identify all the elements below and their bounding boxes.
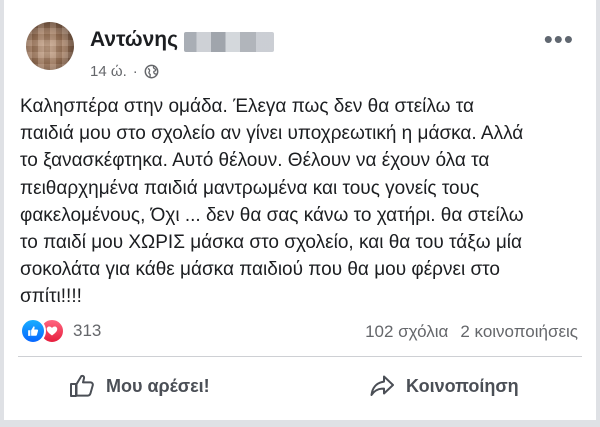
post-meta: 14 ώ. · [90, 62, 159, 80]
reaction-count: 313 [73, 321, 102, 340]
engagement-stats: 102 σχόλια 2 κοινοποιήσεις [365, 322, 578, 342]
share-button[interactable]: Κοινοποίηση [368, 368, 519, 404]
action-divider [18, 356, 582, 357]
post-card: Αντώνης 14 ώ. · ••• Καλησπέρα στην ομάδα… [4, 0, 596, 420]
reactions-summary[interactable]: 313 [20, 318, 102, 344]
more-options-icon[interactable]: ••• [544, 26, 574, 52]
like-button[interactable]: Μου αρέσει! [68, 368, 210, 404]
comments-count[interactable]: 102 σχόλια [365, 322, 448, 342]
meta-separator: · [132, 62, 138, 80]
post-time[interactable]: 14 ώ. [90, 63, 127, 80]
author-avatar[interactable] [26, 22, 74, 70]
share-button-label: Κοινοποίηση [406, 375, 519, 396]
author-name[interactable]: Αντώνης [90, 28, 178, 52]
like-reaction-icon [20, 318, 46, 344]
post-text: Καλησπέρα στην ομάδα. Έλεγα πως δεν θα σ… [20, 96, 524, 308]
share-arrow-icon [370, 375, 394, 396]
globe-icon[interactable] [144, 64, 159, 79]
thumbs-up-icon [70, 374, 94, 397]
author-surname-redacted [184, 32, 274, 52]
like-button-label: Μου αρέσει! [106, 375, 210, 396]
shares-count[interactable]: 2 κοινοποιήσεις [460, 322, 578, 342]
